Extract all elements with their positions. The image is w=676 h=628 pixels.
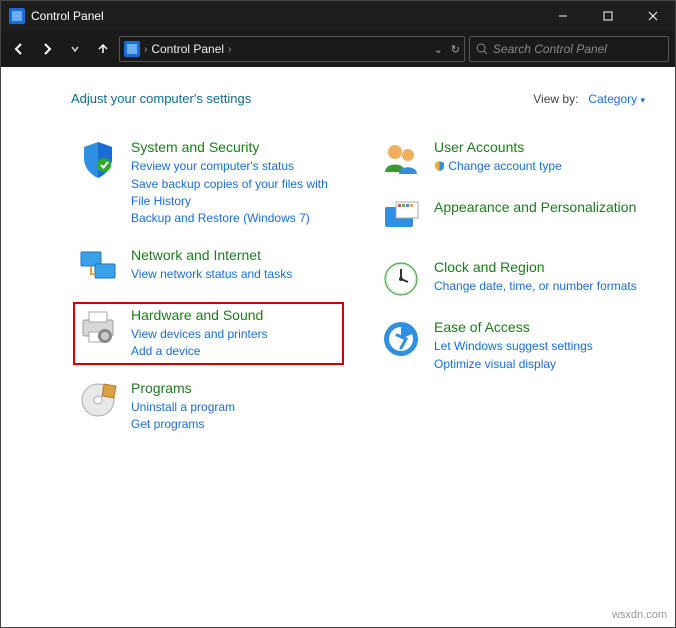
shield-small-icon bbox=[434, 160, 445, 171]
search-icon bbox=[476, 43, 487, 55]
network-icon[interactable] bbox=[77, 246, 119, 288]
category-clock-region: Clock and Region Change date, time, or n… bbox=[378, 256, 645, 302]
category-link[interactable]: Let Windows suggest settings bbox=[434, 338, 643, 355]
category-title[interactable]: Hardware and Sound bbox=[131, 306, 340, 324]
category-title[interactable]: User Accounts bbox=[434, 138, 643, 156]
left-column: System and Security Review your computer… bbox=[75, 136, 342, 436]
category-hardware-sound: Hardware and Sound View devices and prin… bbox=[75, 304, 342, 363]
forward-button[interactable] bbox=[35, 37, 59, 61]
control-panel-icon bbox=[124, 41, 140, 57]
address-bar[interactable]: › Control Panel › ⌄ ↻ bbox=[119, 36, 465, 62]
category-link[interactable]: Add a device bbox=[131, 343, 340, 360]
category-title[interactable]: System and Security bbox=[131, 138, 340, 156]
view-by-value[interactable]: Category bbox=[588, 92, 637, 106]
header-row: Adjust your computer's settings View by:… bbox=[71, 91, 645, 106]
category-link[interactable]: View network status and tasks bbox=[131, 266, 340, 283]
category-system-security: System and Security Review your computer… bbox=[75, 136, 342, 230]
printer-icon[interactable] bbox=[77, 306, 119, 348]
history-dropdown-icon[interactable]: ⌄ bbox=[434, 43, 443, 56]
view-by-label: View by: bbox=[533, 92, 578, 106]
category-appearance: Appearance and Personalization bbox=[378, 196, 645, 242]
users-icon[interactable] bbox=[380, 138, 422, 180]
recent-button[interactable] bbox=[63, 37, 87, 61]
category-programs: Programs Uninstall a program Get program… bbox=[75, 377, 342, 436]
category-link[interactable]: Uninstall a program bbox=[131, 399, 340, 416]
appearance-icon[interactable] bbox=[380, 198, 422, 240]
category-columns: System and Security Review your computer… bbox=[75, 136, 645, 436]
category-link[interactable]: Backup and Restore (Windows 7) bbox=[131, 210, 340, 227]
titlebar: Control Panel bbox=[1, 1, 675, 31]
category-link[interactable]: Change account type bbox=[434, 158, 643, 175]
shield-icon[interactable] bbox=[77, 138, 119, 180]
right-column: User Accounts Change account type Appear… bbox=[378, 136, 645, 436]
view-by: View by: Category ▾ bbox=[533, 92, 645, 106]
maximize-button[interactable] bbox=[585, 1, 630, 31]
chevron-right-icon: › bbox=[228, 44, 231, 55]
page-heading: Adjust your computer's settings bbox=[71, 91, 251, 106]
watermark: wsxdn.com bbox=[612, 609, 667, 621]
clock-icon[interactable] bbox=[380, 258, 422, 300]
window-title: Control Panel bbox=[31, 9, 540, 23]
refresh-icon[interactable]: ↻ bbox=[451, 43, 460, 56]
category-title[interactable]: Ease of Access bbox=[434, 318, 643, 336]
control-panel-icon bbox=[9, 8, 25, 24]
search-box[interactable] bbox=[469, 36, 669, 62]
up-button[interactable] bbox=[91, 37, 115, 61]
ease-access-icon[interactable] bbox=[380, 318, 422, 360]
category-title[interactable]: Programs bbox=[131, 379, 340, 397]
category-link[interactable]: View devices and printers bbox=[131, 326, 340, 343]
close-button[interactable] bbox=[630, 1, 675, 31]
chevron-down-icon[interactable]: ▾ bbox=[640, 95, 645, 105]
window-controls bbox=[540, 1, 675, 31]
category-link[interactable]: Save backup copies of your files with Fi… bbox=[131, 176, 340, 211]
category-user-accounts: User Accounts Change account type bbox=[378, 136, 645, 182]
link-text: Change account type bbox=[448, 159, 561, 173]
category-link[interactable]: Review your computer's status bbox=[131, 158, 340, 175]
disc-icon[interactable] bbox=[77, 379, 119, 421]
chevron-right-icon: › bbox=[144, 44, 147, 55]
back-button[interactable] bbox=[7, 37, 31, 61]
category-ease-access: Ease of Access Let Windows suggest setti… bbox=[378, 316, 645, 375]
category-link[interactable]: Change date, time, or number formats bbox=[434, 278, 643, 295]
navbar: › Control Panel › ⌄ ↻ bbox=[1, 31, 675, 67]
breadcrumb[interactable]: Control Panel bbox=[151, 42, 224, 56]
category-title[interactable]: Clock and Region bbox=[434, 258, 643, 276]
content: Adjust your computer's settings View by:… bbox=[1, 67, 675, 627]
search-input[interactable] bbox=[493, 42, 662, 56]
category-network-internet: Network and Internet View network status… bbox=[75, 244, 342, 290]
category-link[interactable]: Get programs bbox=[131, 416, 340, 433]
category-title[interactable]: Appearance and Personalization bbox=[434, 198, 643, 216]
category-title[interactable]: Network and Internet bbox=[131, 246, 340, 264]
minimize-button[interactable] bbox=[540, 1, 585, 31]
category-link[interactable]: Optimize visual display bbox=[434, 356, 643, 373]
